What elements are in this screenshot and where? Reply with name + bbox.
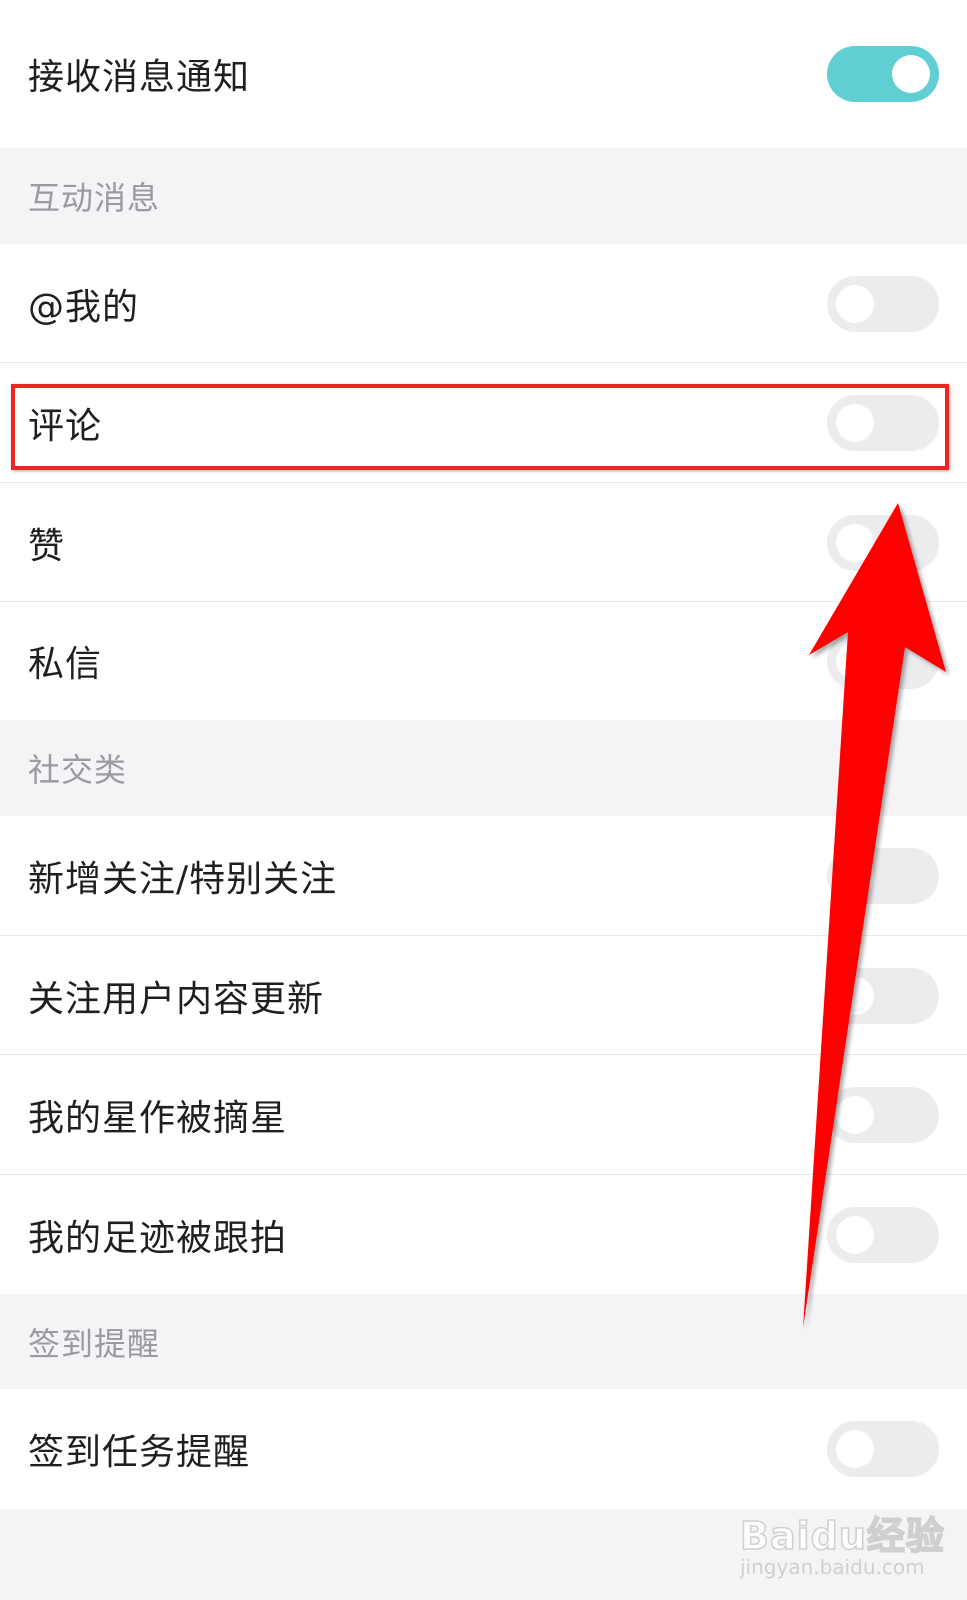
setting-row-followed-updates[interactable]: 关注用户内容更新 — [0, 936, 967, 1055]
toggle-switch-private-messages[interactable] — [827, 633, 939, 689]
toggle-knob — [836, 284, 874, 323]
toggle-knob — [836, 404, 874, 442]
toggle-switch-star-picked[interactable] — [827, 1087, 939, 1143]
section-title: 互动消息 — [28, 179, 161, 217]
toggle-knob — [836, 523, 874, 562]
toggle-knob — [836, 642, 874, 680]
setting-label: 我的星作被摘星 — [28, 1098, 288, 1139]
toggle-knob — [836, 1430, 874, 1468]
toggle-knob — [836, 1215, 874, 1254]
setting-label: 关注用户内容更新 — [28, 978, 325, 1020]
setting-label: 赞 — [28, 525, 66, 567]
setting-row-mentions[interactable]: @我的 — [0, 244, 967, 363]
setting-label: @我的 — [28, 286, 140, 328]
section-title: 签到提醒 — [28, 1324, 161, 1363]
setting-label: 接收消息通知 — [28, 57, 251, 98]
watermark-logo: Baidu经验 — [739, 1513, 945, 1559]
setting-row-footprint-followed[interactable]: 我的足迹被跟拍 — [0, 1175, 967, 1294]
setting-row-private-messages[interactable]: 私信 — [0, 602, 967, 720]
setting-label: 签到任务提醒 — [28, 1432, 251, 1473]
toggle-switch-followed-updates[interactable] — [827, 967, 939, 1024]
watermark-url: jingyan.baidu.com — [740, 1555, 925, 1579]
toggle-knob — [836, 1096, 874, 1134]
section-header-checkin: 签到提醒 — [0, 1294, 967, 1389]
toggle-knob — [892, 55, 930, 93]
toggle-switch-likes[interactable] — [827, 514, 939, 571]
setting-row-star-picked[interactable]: 我的星作被摘星 — [0, 1055, 967, 1175]
setting-label: 我的足迹被跟拍 — [28, 1217, 288, 1259]
baidu-jingyan-watermark: Baidu经验 jingyan.baidu.com — [739, 1505, 950, 1587]
toggle-switch-checkin-reminder[interactable] — [827, 1421, 939, 1477]
setting-row-receive-notifications[interactable]: 接收消息通知 — [0, 0, 967, 148]
toggle-switch-new-follows[interactable] — [827, 848, 939, 904]
section-title: 社交类 — [28, 751, 128, 789]
section-header-social: 社交类 — [0, 720, 967, 816]
setting-label: 新增关注/特别关注 — [28, 859, 338, 900]
setting-row-checkin-reminder[interactable]: 签到任务提醒 — [0, 1389, 967, 1509]
toggle-switch-receive-notifications[interactable] — [827, 46, 939, 102]
toggle-knob — [836, 857, 874, 895]
toggle-switch-comments[interactable] — [827, 395, 939, 451]
setting-label: 私信 — [28, 644, 103, 685]
toggle-switch-mentions[interactable] — [827, 275, 939, 332]
setting-row-comments[interactable]: 评论 — [0, 363, 967, 483]
setting-row-new-follows[interactable]: 新增关注/特别关注 — [0, 816, 967, 936]
toggle-knob — [836, 976, 874, 1015]
setting-label: 评论 — [28, 406, 103, 447]
section-header-interaction: 互动消息 — [0, 148, 967, 244]
setting-row-likes[interactable]: 赞 — [0, 483, 967, 602]
toggle-switch-footprint-followed[interactable] — [827, 1206, 939, 1263]
